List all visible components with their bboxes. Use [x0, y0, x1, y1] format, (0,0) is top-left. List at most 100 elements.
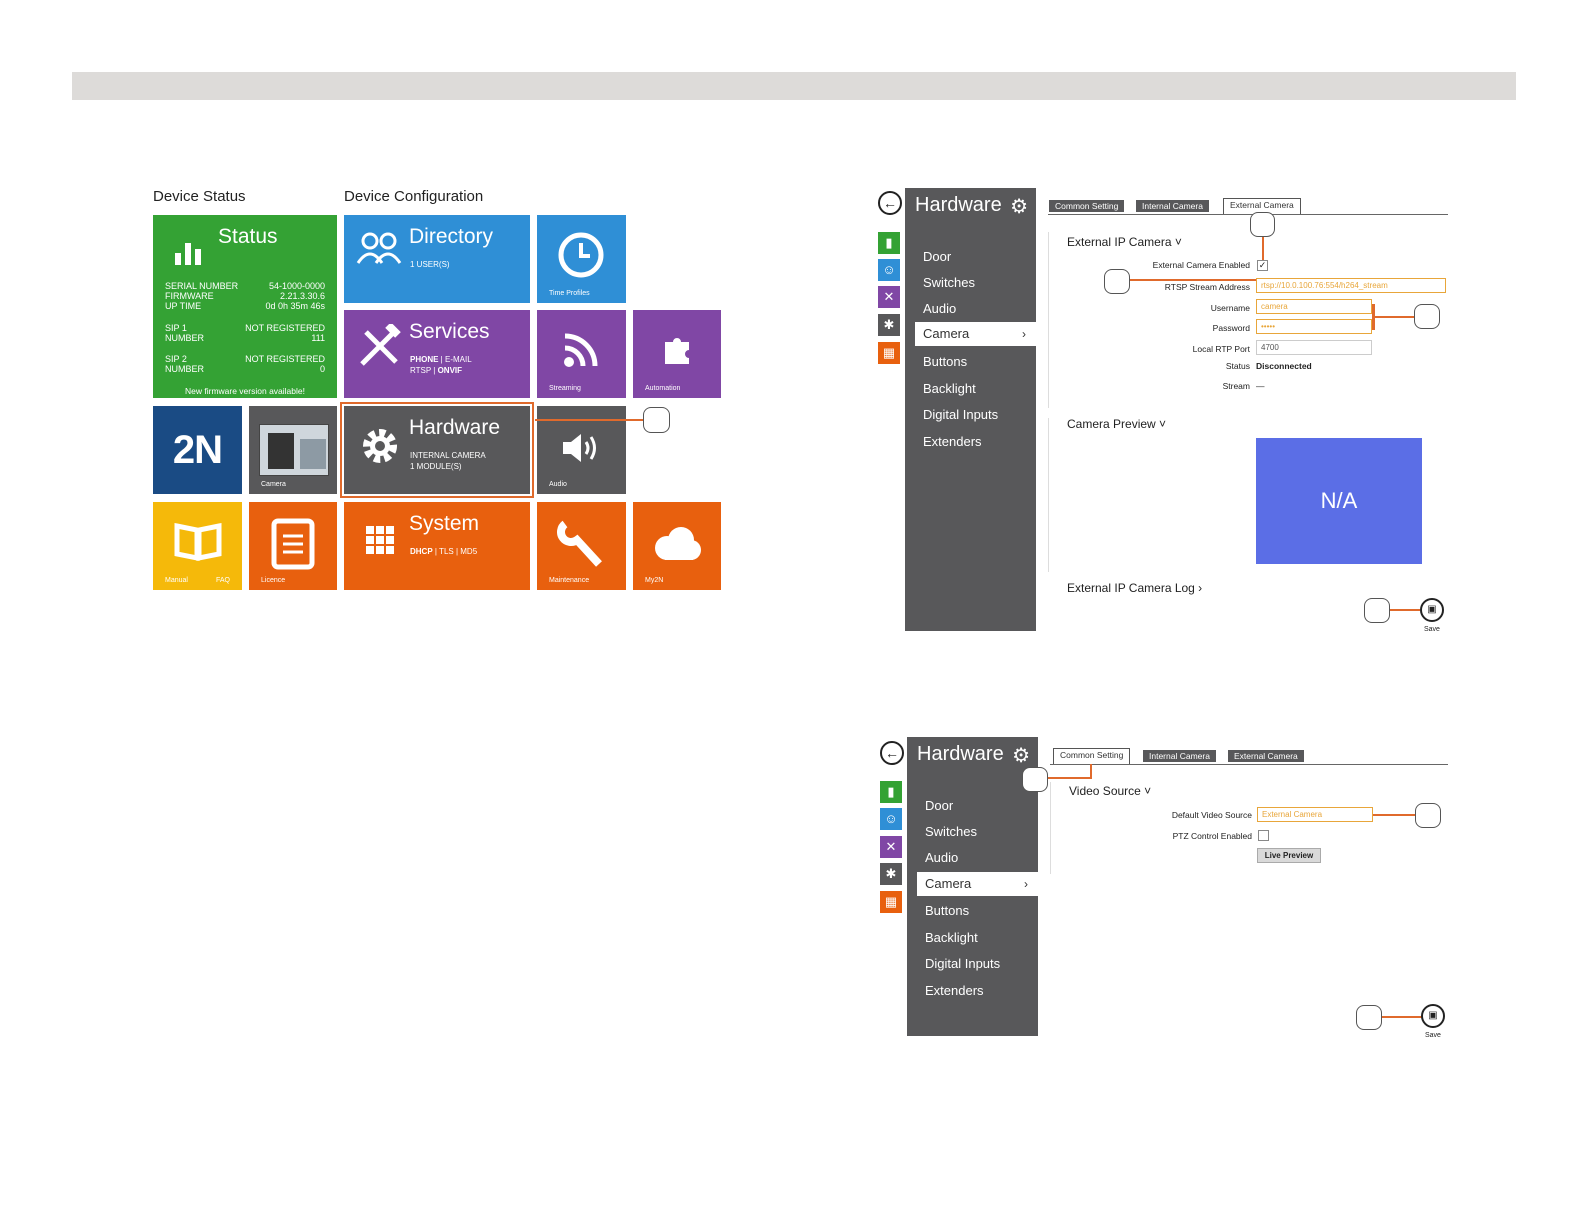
- sidebar-services-icon[interactable]: ✕: [878, 286, 900, 308]
- directory-sub: 1 USER(S): [410, 260, 450, 269]
- save-label[interactable]: Save: [1424, 626, 1440, 633]
- callout-line: [1047, 777, 1092, 779]
- services-tile[interactable]: Services PHONE | E-MAIL RTSP | ONVIF: [344, 310, 530, 398]
- callout-marker: [1364, 598, 1390, 623]
- firmware-notice[interactable]: New firmware version available!: [153, 386, 337, 396]
- menu-camera[interactable]: Camera ›: [917, 872, 1038, 896]
- sidebar-system-icon[interactable]: ▦: [880, 891, 902, 913]
- uptime-label: UP TIME: [165, 301, 202, 311]
- sidebar-status-icon[interactable]: ▮: [878, 232, 900, 254]
- tab-common-setting[interactable]: Common Setting: [1049, 200, 1125, 212]
- menu-buttons[interactable]: Buttons: [923, 354, 967, 369]
- callout-marker: [1356, 1005, 1382, 1030]
- rss-icon: [564, 333, 598, 367]
- directory-tile[interactable]: Directory 1 USER(S): [344, 215, 530, 303]
- menu-extenders[interactable]: Extenders: [923, 434, 982, 449]
- device-status-heading: Device Status: [153, 188, 246, 205]
- sidebar-hardware-icon[interactable]: ✱: [878, 314, 900, 336]
- external-camera-enabled-checkbox[interactable]: ✓: [1257, 260, 1268, 271]
- licence-tile[interactable]: Licence: [249, 502, 337, 590]
- time-profiles-tile[interactable]: Time Profiles: [537, 215, 626, 303]
- back-arrow-icon[interactable]: ←: [878, 191, 902, 215]
- speaker-icon: [563, 434, 596, 462]
- local-rtp-port-input[interactable]: 4700: [1256, 340, 1372, 355]
- ptz-control-enabled-checkbox[interactable]: [1258, 830, 1269, 841]
- menu-buttons[interactable]: Buttons: [925, 903, 969, 918]
- menu-digital-inputs[interactable]: Digital Inputs: [925, 956, 1000, 971]
- top-banner: [72, 72, 1516, 100]
- menu-backlight[interactable]: Backlight: [925, 930, 978, 945]
- panel-title: Hardware: [915, 194, 1002, 216]
- live-preview-button[interactable]: Live Preview: [1257, 848, 1321, 863]
- menu-extenders[interactable]: Extenders: [925, 983, 984, 998]
- callout-marker: [1415, 803, 1441, 828]
- streaming-label: Streaming: [549, 385, 581, 392]
- tab-internal-camera[interactable]: Internal Camera: [1143, 750, 1216, 762]
- automation-tile[interactable]: Automation: [633, 310, 721, 398]
- save-icon[interactable]: ▣: [1421, 1004, 1445, 1028]
- camera-preview-section[interactable]: Camera Preview ˅: [1067, 417, 1166, 431]
- sip2-label: SIP 2: [165, 354, 187, 364]
- menu-audio[interactable]: Audio: [925, 850, 958, 865]
- menu-door[interactable]: Door: [925, 798, 953, 813]
- callout-line: [1374, 316, 1414, 318]
- hardware-sub1: INTERNAL CAMERA: [410, 451, 486, 460]
- sidebar-services-icon[interactable]: ✕: [880, 836, 902, 858]
- menu-switches[interactable]: Switches: [923, 275, 975, 290]
- menu-audio[interactable]: Audio: [923, 301, 956, 316]
- tab-common-setting[interactable]: Common Setting: [1053, 748, 1131, 764]
- 2n-logo-tile[interactable]: 2N: [153, 406, 242, 494]
- directory-title: Directory: [409, 225, 494, 248]
- menu-camera[interactable]: Camera ›: [915, 322, 1036, 346]
- menu-camera-label: Camera: [923, 326, 970, 341]
- tab-underline: [1050, 764, 1448, 765]
- sip1-state: NOT REGISTERED: [245, 323, 325, 333]
- save-icon[interactable]: ▣: [1420, 598, 1444, 622]
- maintenance-tile[interactable]: Maintenance: [537, 502, 626, 590]
- sip2-number: 0: [319, 364, 325, 374]
- sidebar-system-icon[interactable]: ▦: [878, 342, 900, 364]
- menu-backlight[interactable]: Backlight: [923, 381, 976, 396]
- rtsp-stream-address-input[interactable]: rtsp://10.0.100.76:554/h264_stream: [1256, 278, 1446, 293]
- menu-digital-inputs[interactable]: Digital Inputs: [923, 407, 998, 422]
- username-label: Username: [1210, 303, 1250, 313]
- system-tile[interactable]: System DHCP | TLS | MD5: [344, 502, 530, 590]
- menu-switches[interactable]: Switches: [925, 824, 977, 839]
- gear-icon: ⚙: [1012, 745, 1030, 767]
- username-input[interactable]: camera: [1256, 299, 1372, 314]
- manual-tile[interactable]: Manual FAQ: [153, 502, 242, 590]
- camera-tile[interactable]: Camera: [249, 406, 337, 494]
- hardware-tile[interactable]: Hardware INTERNAL CAMERA 1 MODULE(S): [340, 402, 534, 498]
- automation-label: Automation: [645, 385, 681, 392]
- faq-label[interactable]: FAQ: [216, 577, 230, 584]
- tab-external-camera[interactable]: External Camera: [1228, 750, 1304, 762]
- status-title: Status: [218, 225, 278, 248]
- streaming-tile[interactable]: Streaming: [537, 310, 626, 398]
- sip1-number: 111: [311, 333, 325, 343]
- bar-chart-icon: [175, 243, 201, 265]
- external-ip-camera-log-section[interactable]: External IP Camera Log ›: [1067, 581, 1202, 595]
- password-input[interactable]: •••••: [1256, 319, 1372, 334]
- tab-internal-camera[interactable]: Internal Camera: [1136, 200, 1209, 212]
- my2n-tile[interactable]: My2N: [633, 502, 721, 590]
- back-arrow-icon[interactable]: ←: [880, 741, 904, 765]
- default-video-source-label: Default Video Source: [1171, 810, 1252, 820]
- cloud-icon: [655, 527, 701, 560]
- video-source-section[interactable]: Video Source ˅: [1069, 784, 1151, 798]
- ptz-control-enabled-label: PTZ Control Enabled: [1172, 831, 1252, 841]
- stream-value: —: [1256, 381, 1265, 391]
- stream-label: Stream: [1222, 381, 1250, 391]
- sidebar-users-icon[interactable]: ☺: [878, 259, 900, 281]
- sidebar-users-icon[interactable]: ☺: [880, 808, 902, 830]
- menu-door[interactable]: Door: [923, 249, 951, 264]
- default-video-source-select[interactable]: External Camera: [1257, 807, 1373, 822]
- status-tile[interactable]: Status SERIAL NUMBER 54-1000-0000 FIRMWAR…: [153, 215, 337, 398]
- external-ip-camera-section[interactable]: External IP Camera ˅: [1067, 235, 1182, 249]
- sidebar-hardware-icon[interactable]: ✱: [880, 863, 902, 885]
- my2n-label: My2N: [645, 577, 664, 584]
- sidebar-status-icon[interactable]: ▮: [880, 781, 902, 803]
- callout-line: [1130, 279, 1256, 281]
- hardware-menu-panel: Hardware ⚙ Door Switches Audio Camera › B…: [907, 737, 1038, 1036]
- rtsp-stream-address-label: RTSP Stream Address: [1164, 282, 1250, 292]
- save-label[interactable]: Save: [1425, 1032, 1441, 1039]
